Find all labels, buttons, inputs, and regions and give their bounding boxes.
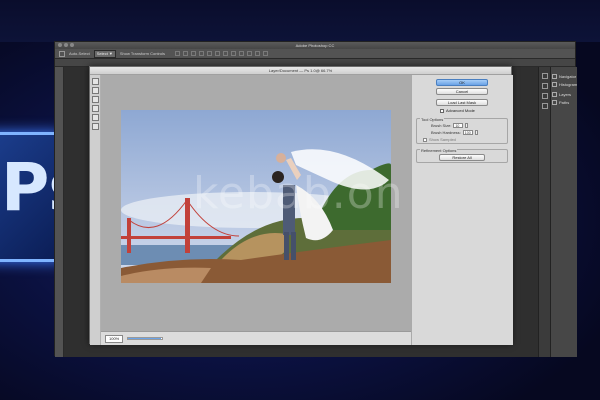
close-icon[interactable] xyxy=(58,43,62,47)
navigator-icon xyxy=(552,74,557,79)
eraser-tool-icon[interactable] xyxy=(92,87,99,94)
right-panel-dock: Navigator Histogram Layers Paths xyxy=(538,67,577,357)
panel-tab-paths[interactable]: Paths xyxy=(552,100,569,105)
brush-size-row: Brush Size: 10 xyxy=(431,123,469,128)
zoom-icon[interactable] xyxy=(70,43,74,47)
panel-label: Paths xyxy=(559,100,570,105)
watermark-text: kebab.on xyxy=(193,168,404,219)
transform-controls-checkbox[interactable]: Show Transform Controls xyxy=(120,51,165,56)
distribute-right-icon[interactable] xyxy=(263,51,269,56)
group-label: Refinement Options xyxy=(420,148,458,153)
align-right-icon[interactable] xyxy=(215,51,221,56)
panel-icon-strip xyxy=(539,67,551,357)
brush-tool-icon[interactable] xyxy=(92,78,99,85)
distribute-center-icon[interactable] xyxy=(255,51,261,56)
checkbox-label: Advanced Mode xyxy=(446,108,475,113)
window-controls xyxy=(58,43,74,47)
paths-icon xyxy=(552,100,557,105)
properties-icon[interactable] xyxy=(542,83,548,89)
zoom-level[interactable]: 100% xyxy=(105,334,124,343)
brush-hardness-stepper[interactable] xyxy=(474,130,478,135)
align-buttons xyxy=(175,51,269,56)
tools-panel xyxy=(55,67,64,357)
sample-checkbox[interactable]: Show Sampled xyxy=(423,137,456,142)
distribute-bottom-icon[interactable] xyxy=(239,51,245,56)
align-left-icon[interactable] xyxy=(199,51,205,56)
groom-legs-right xyxy=(291,232,296,260)
progress-bar xyxy=(127,337,164,340)
brush-hardness-label: Brush Hardness: xyxy=(431,130,461,135)
panel-label: Layers xyxy=(559,92,572,97)
histogram-icon xyxy=(552,82,557,87)
distribute-top-icon[interactable] xyxy=(223,51,229,56)
brush-size-label: Brush Size: xyxy=(431,123,452,128)
layers-icon xyxy=(552,92,557,97)
cancel-button[interactable]: Cancel xyxy=(436,88,488,95)
panel-label: Histogram xyxy=(559,82,578,87)
zoom-tool-icon[interactable] xyxy=(92,105,99,112)
checkbox-label: Show Sampled xyxy=(429,137,456,142)
adjustments-icon[interactable] xyxy=(542,93,548,99)
panel-tab-histogram[interactable]: Histogram xyxy=(552,82,577,87)
panel-label: Navigator xyxy=(559,74,577,79)
window-title: Adobe Photoshop CC xyxy=(295,43,335,48)
groom-legs-left xyxy=(284,232,289,260)
align-top-icon[interactable] xyxy=(175,51,181,56)
progress-fill xyxy=(128,338,161,339)
load-mask-button[interactable]: Load Last Mask xyxy=(436,99,488,106)
lasso-tool-icon[interactable] xyxy=(92,123,99,130)
ok-button[interactable]: OK xyxy=(436,79,488,86)
dialog-tools xyxy=(90,75,101,345)
checkbox-box xyxy=(423,137,427,142)
top-band xyxy=(0,0,600,42)
panel-tab-layers[interactable]: Layers xyxy=(552,92,571,97)
dialog-title: Layer/Document — Ps 1.0@ 66.7% xyxy=(90,67,511,75)
hand-tool-icon[interactable] xyxy=(92,96,99,103)
layer-select-dropdown[interactable]: Select ▼ xyxy=(93,49,116,58)
advanced-mode-checkbox[interactable]: Advanced Mode xyxy=(440,108,475,113)
options-bar: Auto-Select Select ▼ Show Transform Cont… xyxy=(55,49,575,59)
restore-all-button[interactable]: Restore All xyxy=(439,154,485,161)
brush-hardness-input[interactable]: 100 xyxy=(462,130,473,135)
align-bottom-icon[interactable] xyxy=(191,51,197,56)
align-center-icon[interactable] xyxy=(207,51,213,56)
distribute-left-icon[interactable] xyxy=(247,51,253,56)
distribute-middle-icon[interactable] xyxy=(231,51,237,56)
brush-size-input[interactable]: 10 xyxy=(453,123,464,128)
panel-tab-navigator[interactable]: Navigator xyxy=(552,74,576,79)
window-titlebar: Adobe Photoshop CC xyxy=(55,42,575,49)
dialog-controls: OK Cancel Load Last Mask Advanced Mode T… xyxy=(411,75,513,345)
history-icon[interactable] xyxy=(542,73,548,79)
group-label: Tool Options xyxy=(420,117,445,122)
align-middle-icon[interactable] xyxy=(183,51,189,56)
minimize-icon[interactable] xyxy=(64,43,68,47)
refinement-options-group: Refinement Options Restore All xyxy=(416,148,508,163)
tool-options-group: Tool Options Brush Size: 10 Brush Hardne… xyxy=(416,117,508,144)
brush-size-stepper[interactable] xyxy=(465,123,469,128)
dialog-status-bar: 100% xyxy=(101,331,411,345)
swatches-icon[interactable] xyxy=(542,103,548,109)
move-tool-icon[interactable] xyxy=(59,50,65,57)
brush-hardness-row: Brush Hardness: 100 xyxy=(431,130,478,135)
picker-tool-icon[interactable] xyxy=(92,114,99,121)
bride-head xyxy=(276,153,286,163)
auto-select-label[interactable]: Auto-Select xyxy=(69,51,90,56)
checkbox-box xyxy=(440,108,444,113)
